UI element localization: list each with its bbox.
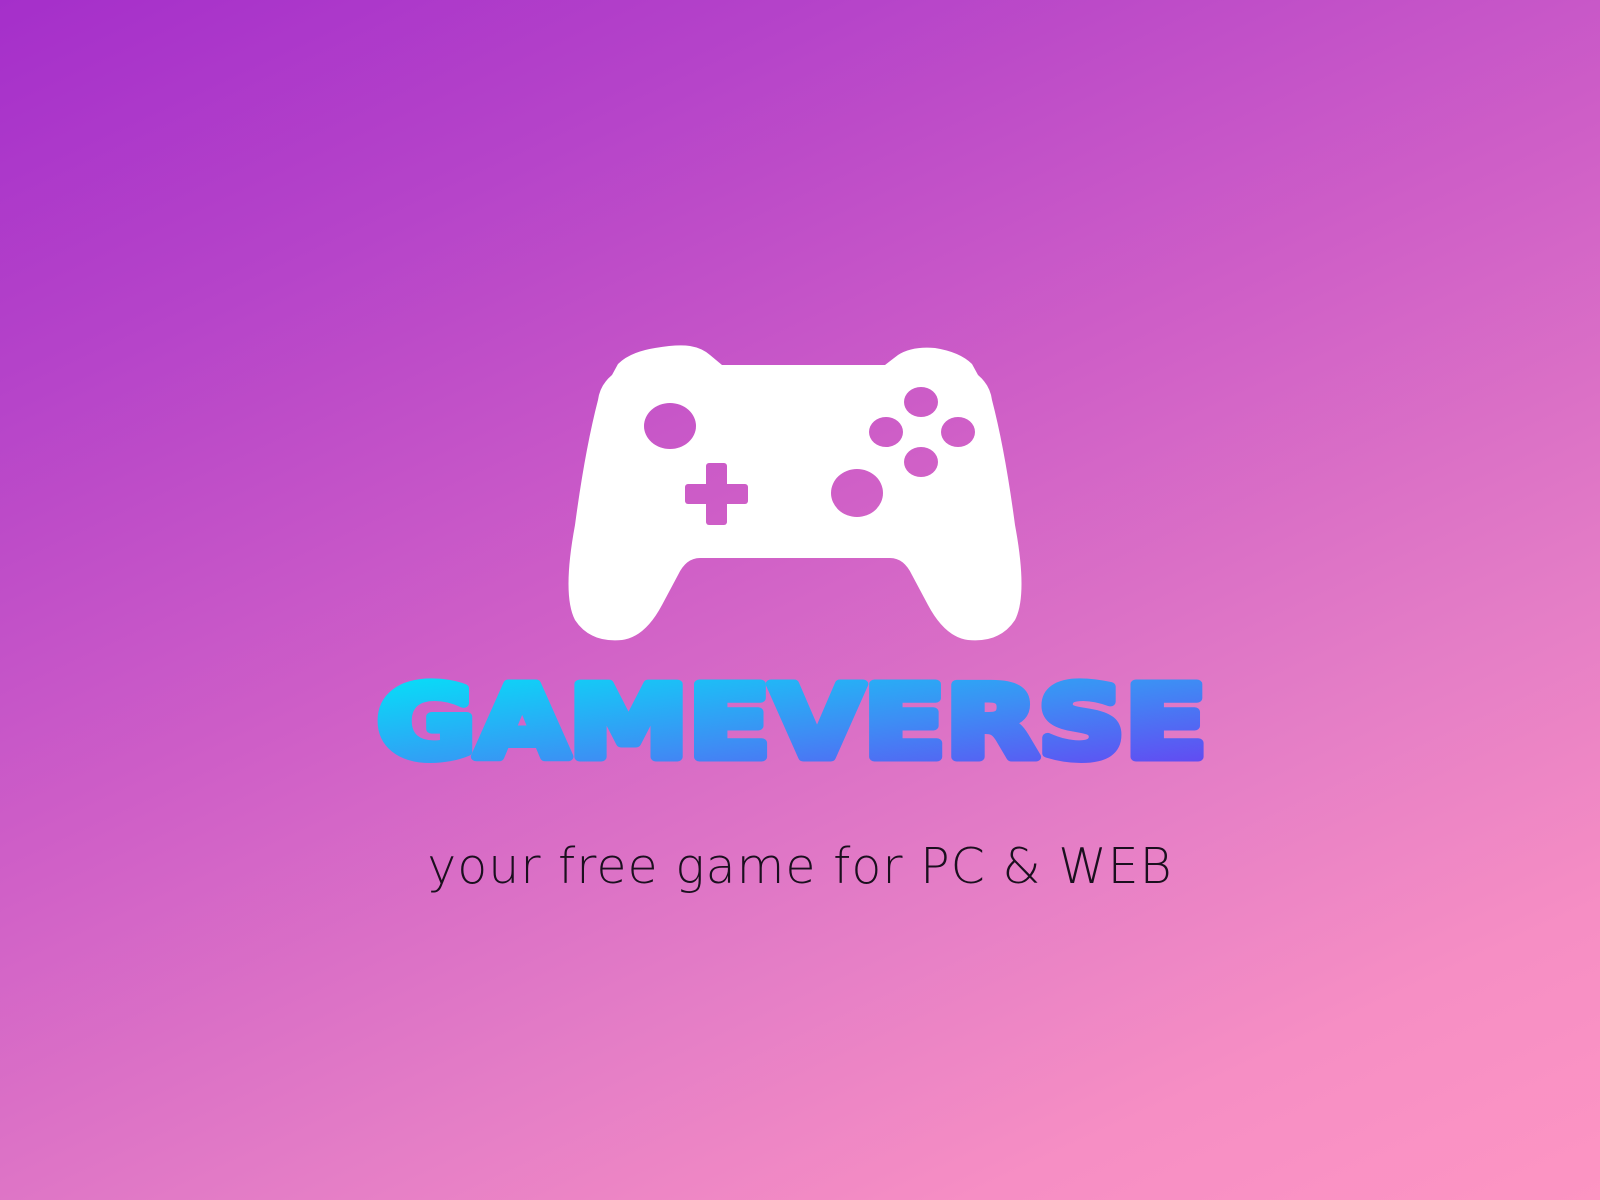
gamepad-icon xyxy=(568,345,1022,641)
brand-logo: GAMEVERSE xyxy=(373,660,1212,786)
brand-name: GAMEVERSE xyxy=(377,664,1207,781)
splash-screen: GAMEVERSE your free game for PC & WEB xyxy=(0,0,1600,1200)
tagline: your free game for PC & WEB xyxy=(427,838,1173,895)
